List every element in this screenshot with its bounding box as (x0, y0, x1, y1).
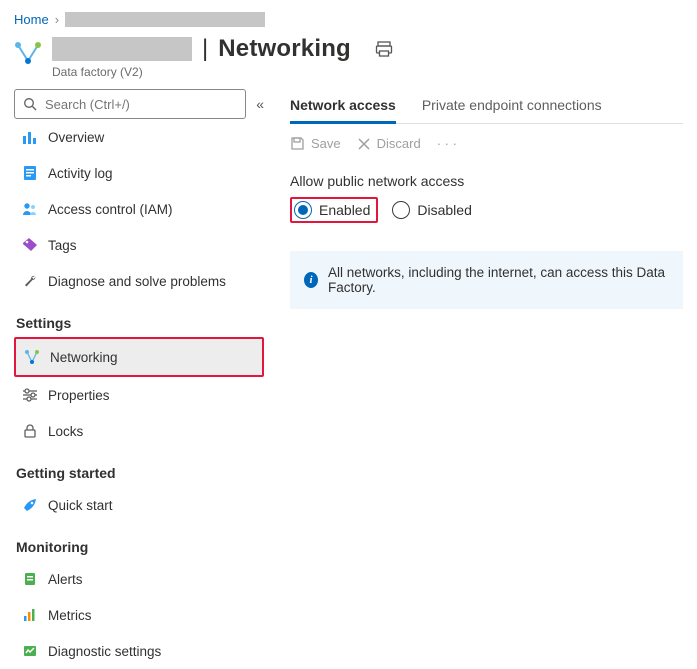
sidebar-item-activity-log[interactable]: Activity log (14, 155, 264, 191)
discard-icon (357, 137, 371, 151)
sidebar-section-settings: Settings (14, 299, 264, 337)
discard-label: Discard (377, 136, 421, 151)
sidebar-section-monitoring: Monitoring (14, 523, 264, 561)
sidebar-item-label: Locks (48, 424, 83, 439)
save-label: Save (311, 136, 341, 151)
networking-icon (24, 349, 40, 365)
collapse-sidebar-icon[interactable]: « (256, 96, 264, 112)
breadcrumb-home[interactable]: Home (14, 12, 49, 27)
sidebar-item-label: Quick start (48, 498, 113, 513)
activity-log-icon (22, 165, 38, 181)
title-separator: | (202, 35, 208, 63)
lock-icon (22, 423, 38, 439)
sidebar-item-alerts[interactable]: Alerts (14, 561, 264, 597)
sidebar-item-label: Tags (48, 238, 77, 253)
search-icon (23, 97, 37, 111)
page-header: | Networking Data factory (V2) (14, 35, 683, 85)
highlight-enabled: Enabled (290, 197, 378, 223)
sidebar-item-quick-start[interactable]: Quick start (14, 487, 264, 523)
overview-icon (22, 129, 38, 145)
iam-icon (22, 201, 38, 217)
info-banner: i All networks, including the internet, … (290, 251, 683, 309)
save-button[interactable]: Save (290, 136, 341, 151)
tag-icon (22, 237, 38, 253)
save-icon (290, 136, 305, 151)
data-factory-icon (14, 39, 42, 67)
sidebar-item-label: Activity log (48, 166, 113, 181)
sidebar-item-label: Diagnose and solve problems (48, 274, 226, 289)
tab-private-endpoint[interactable]: Private endpoint connections (422, 89, 602, 123)
sidebar-item-label: Access control (IAM) (48, 202, 173, 217)
sidebar-item-label: Overview (48, 130, 104, 145)
tabs: Network access Private endpoint connecti… (290, 89, 683, 124)
more-icon[interactable]: · · · (437, 136, 457, 151)
sidebar-item-label: Alerts (48, 572, 83, 587)
breadcrumb-resource-redacted (65, 12, 265, 27)
radio-disabled[interactable]: Disabled (392, 201, 471, 219)
metrics-icon (22, 607, 38, 623)
sidebar-item-diagnose[interactable]: Diagnose and solve problems (14, 263, 264, 299)
sidebar-item-diagnostic-settings[interactable]: Diagnostic settings (14, 633, 264, 669)
print-icon[interactable] (375, 40, 393, 58)
chevron-right-icon: › (55, 12, 59, 27)
info-text: All networks, including the internet, ca… (328, 265, 669, 295)
sidebar-section-getting-started: Getting started (14, 449, 264, 487)
radio-label: Enabled (319, 202, 370, 218)
sidebar-item-properties[interactable]: Properties (14, 377, 264, 413)
sidebar-item-label: Metrics (48, 608, 92, 623)
radio-icon (392, 201, 410, 219)
sidebar-item-iam[interactable]: Access control (IAM) (14, 191, 264, 227)
properties-icon (22, 387, 38, 403)
resource-subtype: Data factory (V2) (52, 65, 393, 79)
sidebar-search[interactable] (14, 89, 246, 119)
tab-network-access[interactable]: Network access (290, 89, 396, 123)
page-title: Networking (218, 35, 351, 63)
toolbar: Save Discard · · · (290, 124, 683, 155)
radio-group-public-access: Enabled Disabled (290, 197, 683, 223)
sidebar-item-label: Properties (48, 388, 110, 403)
radio-icon (294, 201, 312, 219)
breadcrumb: Home › (14, 10, 683, 35)
sidebar-item-locks[interactable]: Locks (14, 413, 264, 449)
sidebar-item-tags[interactable]: Tags (14, 227, 264, 263)
main-content: Network access Private endpoint connecti… (290, 85, 683, 669)
info-icon: i (304, 272, 318, 288)
wrench-icon (22, 273, 38, 289)
diagnostic-settings-icon (22, 643, 38, 659)
highlight-networking: Networking (14, 337, 264, 377)
sidebar: « Overview Activity log Access control (14, 85, 264, 669)
search-input[interactable] (43, 96, 237, 113)
resource-name-redacted (52, 37, 192, 61)
sidebar-item-networking[interactable]: Networking (16, 339, 262, 375)
rocket-icon (22, 497, 38, 513)
allow-public-label: Allow public network access (290, 173, 683, 189)
alerts-icon (22, 571, 38, 587)
sidebar-item-overview[interactable]: Overview (14, 119, 264, 155)
sidebar-item-metrics[interactable]: Metrics (14, 597, 264, 633)
radio-enabled[interactable]: Enabled (294, 201, 370, 219)
sidebar-item-label: Networking (50, 350, 118, 365)
radio-label: Disabled (417, 202, 471, 218)
discard-button[interactable]: Discard (357, 136, 421, 151)
sidebar-item-label: Diagnostic settings (48, 644, 161, 659)
